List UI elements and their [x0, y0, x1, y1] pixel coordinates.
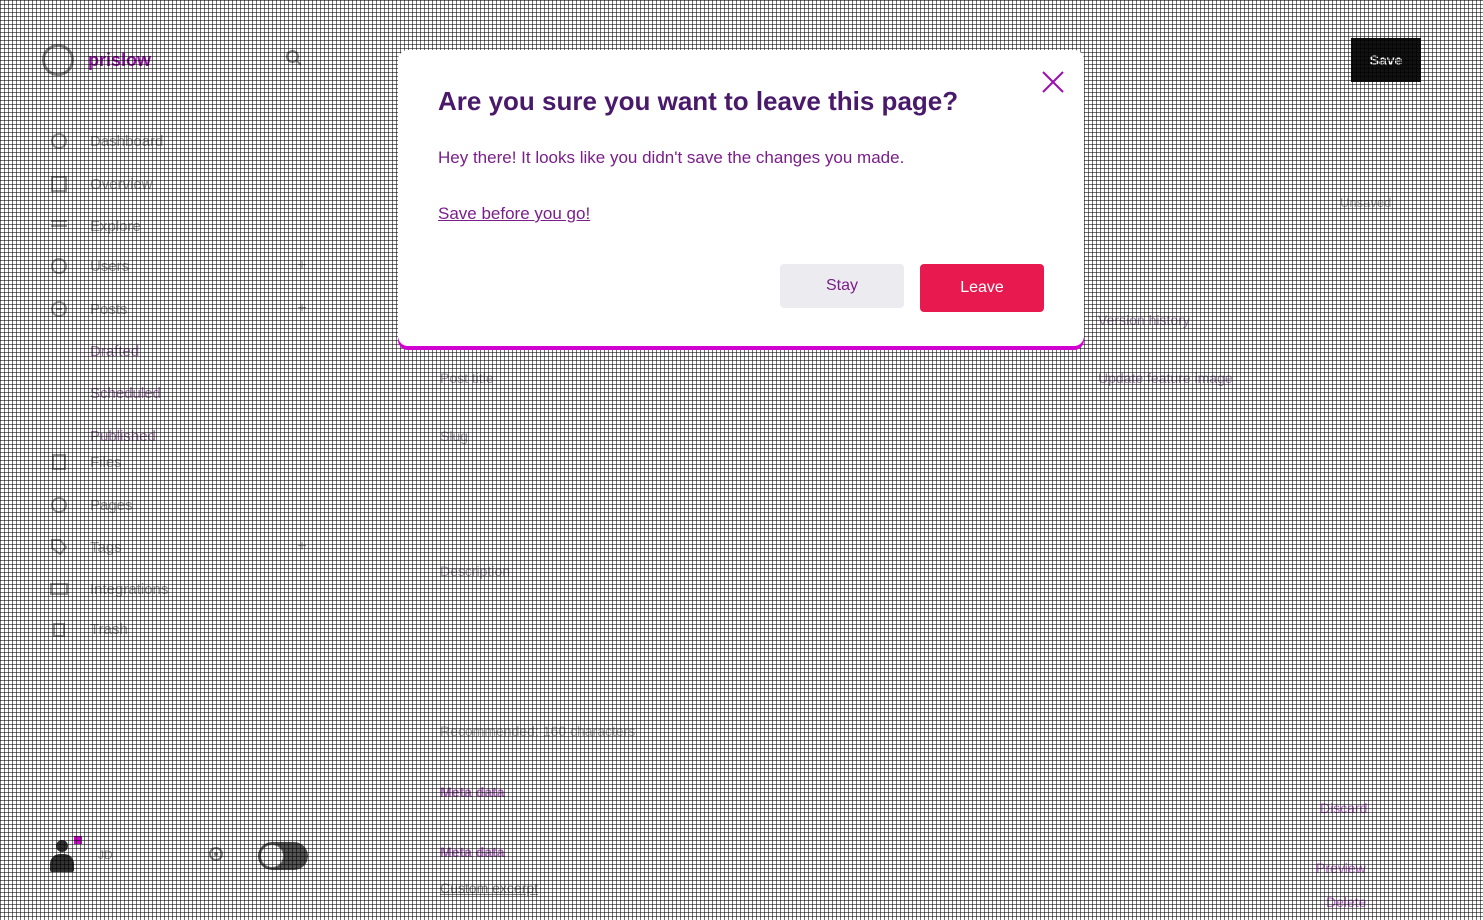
sidebar-item-label: Pages [90, 496, 133, 514]
slug-label: Slug [440, 428, 469, 444]
brand[interactable]: prislow [42, 44, 151, 76]
add-post-button[interactable]: + [292, 300, 312, 318]
sidebar-item-tags[interactable]: Tags + [44, 532, 312, 562]
sidebar-item-overview[interactable]: Overview [44, 169, 312, 199]
integrations-icon [44, 580, 74, 598]
search-icon[interactable] [284, 48, 304, 68]
sidebar-item-label: Drafted [90, 342, 140, 360]
avatar[interactable] [48, 836, 82, 874]
leave-page-dialog: Are you sure you want to leave this page… [398, 50, 1084, 346]
dialog-message: Hey there! It looks like you didn't save… [438, 148, 905, 167]
sidebar-item-scheduled[interactable]: Scheduled [44, 378, 358, 408]
close-icon [1040, 69, 1066, 98]
sidebar-footer: JD [44, 836, 312, 876]
toggle-knob [260, 844, 284, 868]
sidebar-item-explore[interactable]: Explore [44, 211, 312, 241]
trash-icon [44, 620, 74, 638]
sidebar-item-label: Overview [90, 175, 153, 193]
sidebar-item-label: Trash [90, 620, 128, 638]
close-button[interactable] [1038, 68, 1068, 98]
sidebar-item-users[interactable]: Users + [44, 251, 312, 281]
sidebar-item-label: Explore [90, 217, 141, 235]
sidebar-item-trash[interactable]: Trash [44, 614, 312, 644]
sidebar-item-label: Files [90, 453, 122, 471]
leave-button[interactable]: Leave [920, 264, 1044, 312]
sidebar-item-label: Tags [90, 538, 122, 556]
sidebar-item-integrations[interactable]: Integrations [44, 574, 312, 604]
update-feature-image-link[interactable]: Update feature image [1098, 370, 1233, 386]
description-label: Description [440, 563, 511, 579]
stay-button[interactable]: Stay [780, 264, 904, 308]
brand-name: prislow [88, 49, 152, 70]
description-help-text: Recommended: 160 characters [440, 723, 636, 739]
dialog-title: Are you sure you want to leave this page… [438, 86, 959, 116]
status-text: Unsaved [1340, 195, 1392, 210]
discard-link[interactable]: Discard [1320, 800, 1367, 816]
sidebar-item-label: Integrations [90, 580, 169, 598]
theme-toggle[interactable] [258, 842, 308, 870]
gear-icon [206, 844, 226, 869]
users-icon [44, 257, 74, 275]
sidebar-item-label: Dashboard [90, 132, 164, 150]
logo-icon [42, 44, 74, 76]
files-icon [44, 453, 74, 471]
sidebar-item-drafted[interactable]: Drafted [44, 336, 358, 366]
delete-link[interactable]: Delete [1326, 894, 1366, 910]
sidebar-item-label: Scheduled [90, 384, 161, 402]
dialog-message-secondary: Save before you go! [438, 204, 591, 223]
overview-icon [44, 175, 74, 193]
explore-icon [44, 217, 74, 235]
posts-icon [44, 300, 74, 318]
sidebar: prislow Dashboard Overview Explore Users… [0, 0, 340, 920]
sidebar-item-label: Posts [90, 300, 128, 318]
post-title-label: Post title [440, 370, 494, 386]
settings-button[interactable] [204, 844, 228, 868]
sidebar-item-pages[interactable]: Pages [44, 490, 312, 520]
meta-title-label: Meta data [440, 784, 505, 800]
add-user-button[interactable]: + [292, 257, 312, 275]
custom-excerpt-link[interactable]: Custom excerpt [440, 880, 538, 896]
meta-data-label: Meta data [440, 844, 505, 860]
notification-badge [74, 836, 82, 844]
sidebar-item-dashboard[interactable]: Dashboard [44, 126, 312, 156]
avatar-head [56, 840, 68, 852]
add-tag-button[interactable]: + [292, 538, 312, 556]
version-history-link[interactable]: Version history [1098, 312, 1190, 328]
user-initials: JD [98, 848, 113, 862]
dashboard-icon [44, 132, 74, 150]
avatar-body [50, 854, 74, 872]
pages-icon [44, 496, 74, 514]
sidebar-item-label: Published [90, 427, 156, 445]
sidebar-item-label: Users [90, 257, 130, 275]
preview-link[interactable]: Preview [1316, 860, 1366, 876]
tags-icon [44, 538, 74, 556]
save-button[interactable]: Save [1351, 38, 1421, 82]
sidebar-item-posts[interactable]: Posts + [44, 294, 312, 324]
sidebar-item-files[interactable]: Files [44, 447, 312, 477]
